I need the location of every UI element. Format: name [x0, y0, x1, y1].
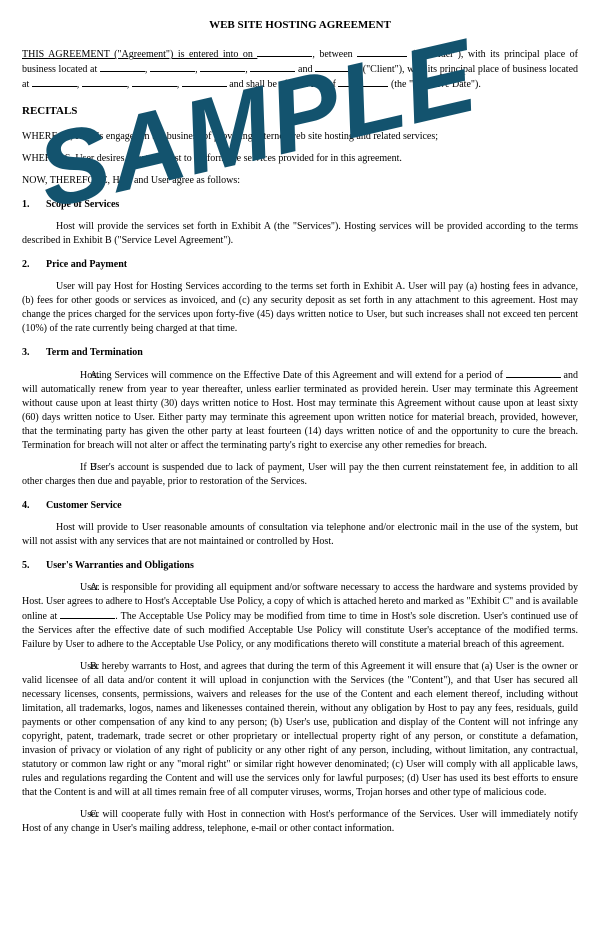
- section-5b: B.User hereby warrants to Host, and agre…: [22, 660, 578, 800]
- l: C.: [56, 808, 80, 822]
- section-3b: B.If User's account is suspended due to …: [22, 461, 578, 489]
- section-5a: A.User is responsible for providing all …: [22, 581, 578, 652]
- blank-url: [60, 609, 115, 619]
- l: A.: [56, 581, 80, 595]
- recitals-heading: RECITALS: [22, 104, 578, 119]
- recital-1: WHEREAS, Host is engaged in the business…: [22, 130, 578, 144]
- blank-provider: [357, 47, 407, 57]
- recital-2: WHEREAS, User desires to retain Host to …: [22, 152, 578, 166]
- t: THIS AGREEMENT ("Agreement") is entered …: [22, 49, 257, 60]
- t: User will cooperate fully with Host in c…: [22, 809, 578, 834]
- t: If User's account is suspended due to la…: [22, 462, 578, 487]
- t: Hosting Services will commence on the Ef…: [80, 370, 506, 381]
- section-2-heading: 2.Price and Payment: [22, 258, 578, 272]
- section-5-heading: 5.User's Warranties and Obligations: [22, 559, 578, 573]
- n: 2.: [22, 258, 46, 272]
- blank: [150, 62, 195, 72]
- document-page: SAMPLE WEB SITE HOSTING AGREEMENT THIS A…: [0, 0, 600, 866]
- section-4-heading: 4.Customer Service: [22, 499, 578, 513]
- blank-effective-date: [338, 77, 388, 87]
- blank: [250, 62, 295, 72]
- blank: [182, 77, 227, 87]
- t: User hereby warrants to Host, and agrees…: [22, 661, 578, 798]
- section-4-body: Host will provide to User reasonable amo…: [22, 521, 578, 549]
- n: 5.: [22, 559, 46, 573]
- t: Customer Service: [46, 500, 122, 511]
- t: and will automatically renew from year t…: [22, 370, 578, 451]
- t: Price and Payment: [46, 259, 127, 270]
- t: and shall be effective as of: [227, 79, 339, 90]
- section-3-heading: 3.Term and Termination: [22, 346, 578, 360]
- section-2-body: User will pay Host for Hosting Services …: [22, 280, 578, 336]
- preamble-paragraph: THIS AGREEMENT ("Agreement") is entered …: [22, 47, 578, 92]
- l: B.: [56, 461, 80, 475]
- n: 1.: [22, 198, 46, 212]
- t: , between: [312, 49, 357, 60]
- n: 4.: [22, 499, 46, 513]
- blank: [82, 77, 127, 87]
- t: Term and Termination: [46, 347, 143, 358]
- blank: [200, 62, 245, 72]
- l: A.: [56, 369, 80, 383]
- t: and: [295, 64, 315, 75]
- t: Scope of Services: [46, 199, 119, 210]
- t: (the "Effective Date").: [388, 79, 480, 90]
- section-1-body: Host will provide the services set forth…: [22, 220, 578, 248]
- n: 3.: [22, 346, 46, 360]
- document-title: WEB SITE HOSTING AGREEMENT: [22, 18, 578, 33]
- blank-term: [506, 368, 561, 378]
- section-3a: A.Hosting Services will commence on the …: [22, 368, 578, 453]
- blank: [132, 77, 177, 87]
- now-therefore: NOW, THEREFORE, Host and User agree as f…: [22, 174, 578, 188]
- blank: [100, 62, 145, 72]
- t: User's Warranties and Obligations: [46, 560, 194, 571]
- blank: [32, 77, 77, 87]
- l: B.: [56, 660, 80, 674]
- section-5c: C.User will cooperate fully with Host in…: [22, 808, 578, 836]
- section-1-heading: 1.Scope of Services: [22, 198, 578, 212]
- blank-date: [257, 47, 312, 57]
- blank-client: [315, 62, 360, 72]
